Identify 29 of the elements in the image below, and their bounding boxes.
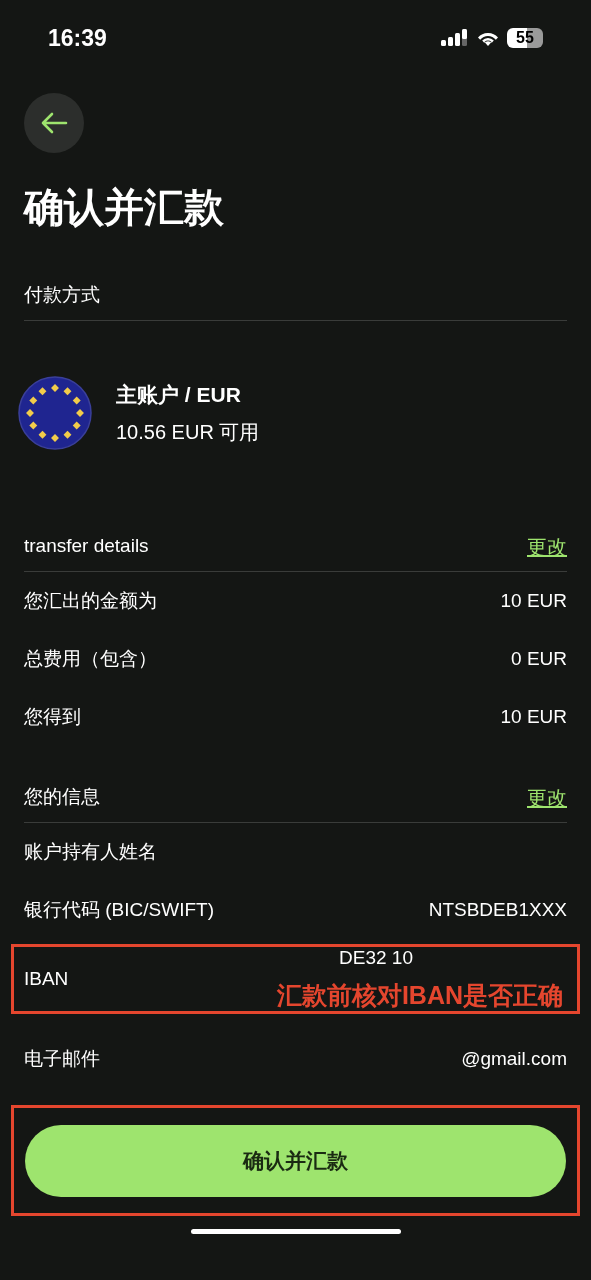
signal-icon — [441, 29, 469, 47]
row-label: 您得到 — [24, 704, 81, 729]
edit-link[interactable]: 更改 — [527, 782, 567, 813]
back-arrow-icon — [40, 112, 68, 134]
row-value: @gmail.com — [461, 1046, 567, 1071]
row-value: 10 EUR — [500, 704, 567, 729]
battery-indicator: 55 — [507, 28, 543, 48]
section-title: 您的信息 — [24, 785, 100, 810]
row-value: NTSBDEB1XXX — [428, 897, 567, 922]
row-label: 电子邮件 — [24, 1046, 100, 1071]
annotation-note: 汇款前核对IBAN是否正确 — [276, 979, 563, 1011]
row-label: 总费用（包含） — [24, 646, 157, 671]
edit-link[interactable]: 更改 — [527, 531, 567, 562]
row-label: 账户持有人姓名 — [24, 839, 157, 864]
status-time: 16:39 — [48, 23, 107, 53]
row-label: 银行代码 (BIC/SWIFT) — [24, 897, 214, 922]
section-title: transfer details — [24, 534, 149, 559]
row-value: 10 EUR — [500, 588, 567, 613]
account-name: 主账户 / EUR — [116, 382, 242, 409]
row-label: IBAN — [24, 966, 69, 991]
page-title: 确认并汇款 — [24, 184, 225, 231]
confirm-button[interactable]: 确认并汇款 — [25, 1124, 566, 1197]
row-value: DE32 10 — [339, 946, 413, 970]
row-label: 您汇出的金额为 — [24, 588, 157, 613]
section-label: 付款方式 — [24, 283, 100, 308]
account-item[interactable]: 主账户 / EUR 10.56 EUR 可用 — [18, 376, 567, 450]
eu-flag-icon — [18, 376, 92, 450]
account-balance: 10.56 EUR 可用 — [116, 419, 260, 445]
row-value: 0 EUR — [511, 646, 567, 671]
